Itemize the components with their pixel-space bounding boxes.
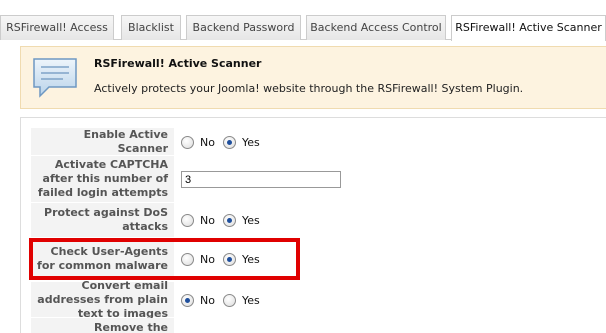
captcha-attempts-input[interactable] [181,171,341,188]
tab-rsfirewall-access[interactable]: RSFirewall! Access [0,15,114,40]
row-check-user-agents: Check User-Agents for common malware No … [31,242,606,277]
radio-convert-emails-no[interactable] [181,293,194,307]
settings-form: Enable Active Scanner No Yes Activate CA… [20,117,606,333]
tab-active-scanner[interactable]: RSFirewall! Active Scanner [451,15,606,41]
label-protect-dos: Protect against DoS attacks [31,203,174,238]
radio-label-yes: Yes [241,253,260,266]
radio-label-yes: Yes [241,214,260,227]
radio-dos-no[interactable] [181,214,194,227]
message-box-icon [31,56,79,100]
radio-label-yes: Yes [241,135,260,149]
label-check-user-agents: Check User-Agents for common malware [31,242,174,277]
radio-label-yes: Yes [241,293,260,307]
row-captcha-attempts: Activate CAPTCHA after this number of fa… [31,156,606,203]
row-protect-dos: Protect against DoS attacks No Yes [31,203,606,238]
row-remove-generator: Remove the generator [31,318,606,333]
label-remove-generator: Remove the generator [31,318,174,333]
label-captcha-attempts: Activate CAPTCHA after this number of fa… [31,156,174,203]
radio-label-no: No [200,214,215,227]
radio-enable-scanner-no[interactable] [181,135,194,149]
radio-dos-yes[interactable] [222,214,236,227]
radio-user-agents-no[interactable] [181,253,194,266]
tab-backend-password[interactable]: Backend Password [186,15,301,40]
info-description: Actively protects your Joomla! website t… [94,82,524,95]
radio-enable-scanner-yes[interactable] [222,135,236,149]
radio-convert-emails-yes[interactable] [222,293,236,307]
info-title: RSFirewall! Active Scanner [94,57,262,70]
row-convert-emails: Convert email addresses from plain text … [31,279,606,320]
row-enable-active-scanner: Enable Active Scanner No Yes [31,128,606,156]
radio-user-agents-yes[interactable] [222,253,236,266]
tab-bar: RSFirewall! Access Blacklist Backend Pas… [0,0,606,41]
label-enable-active-scanner: Enable Active Scanner [31,128,174,156]
radio-label-no: No [200,293,215,307]
tab-blacklist[interactable]: Blacklist [121,15,181,40]
tab-backend-access-control[interactable]: Backend Access Control [306,15,446,40]
radio-label-no: No [200,253,215,266]
label-convert-emails: Convert email addresses from plain text … [31,279,174,320]
radio-label-no: No [200,135,215,149]
info-panel: RSFirewall! Active Scanner Actively prot… [20,46,606,109]
